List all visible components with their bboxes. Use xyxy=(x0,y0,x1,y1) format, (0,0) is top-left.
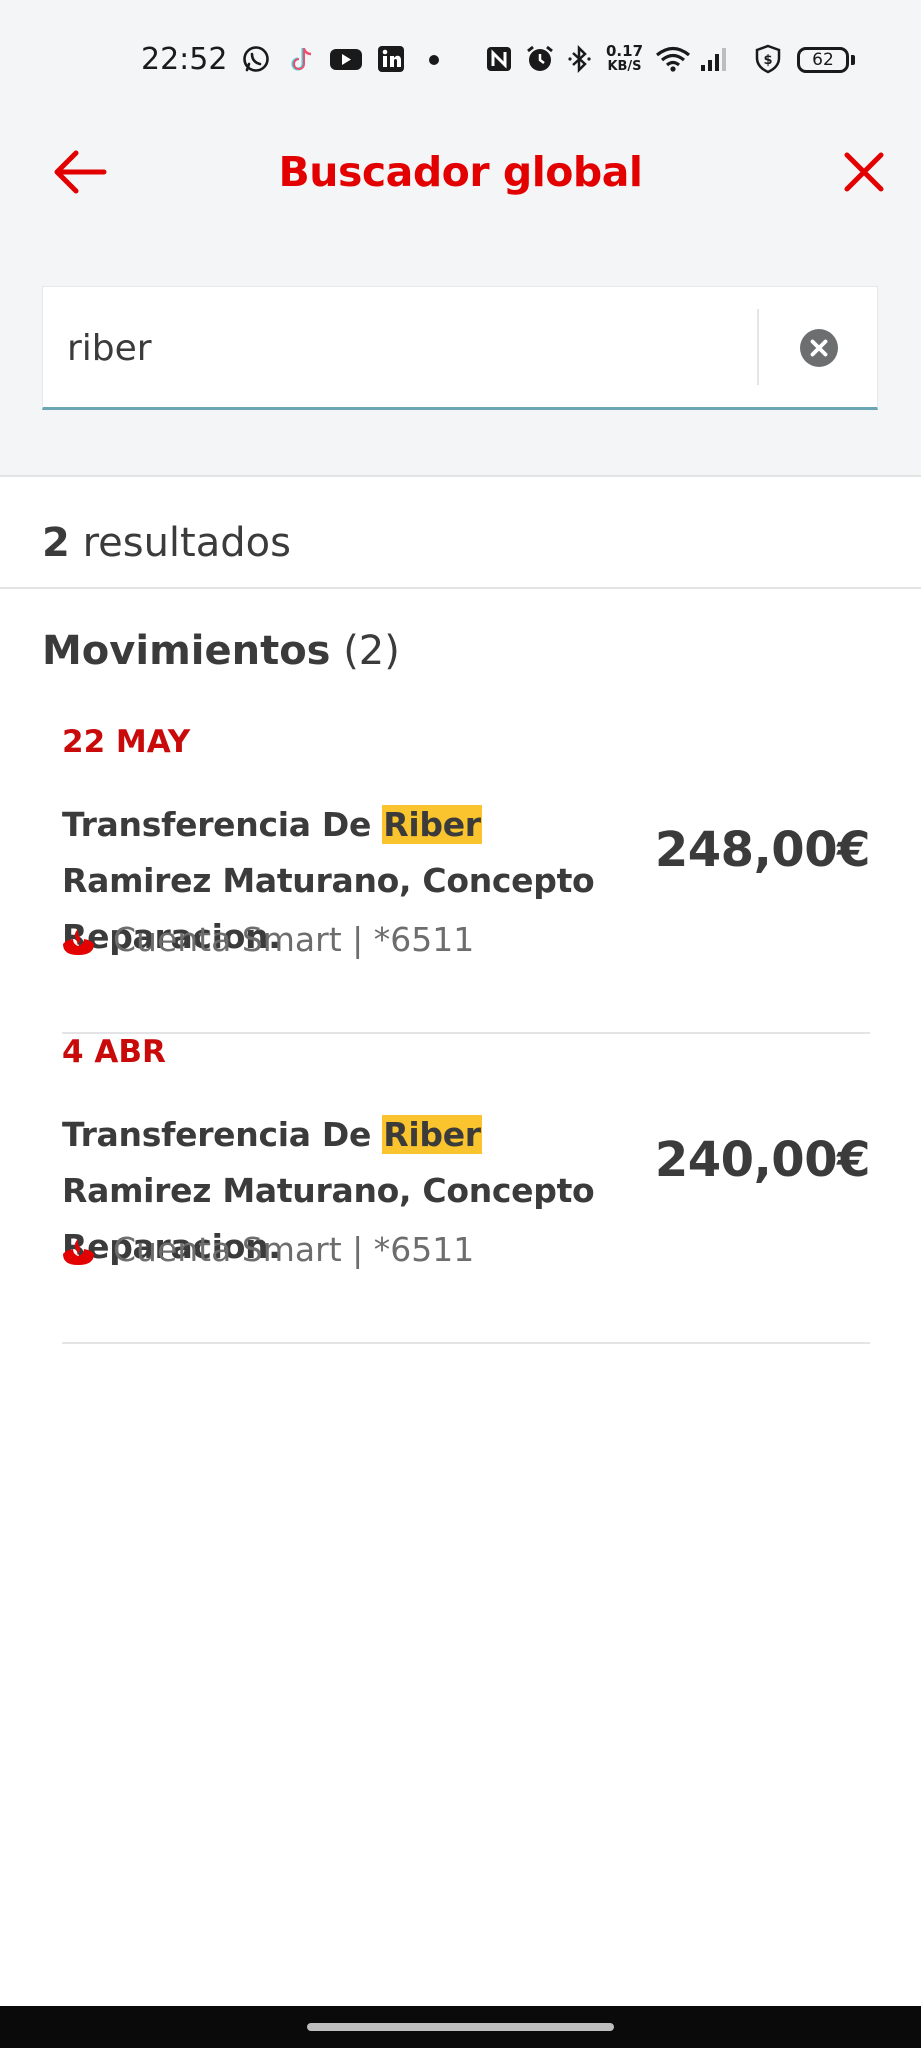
status-time: 22:52 xyxy=(141,42,228,77)
network-speed: 0.17 KB/S xyxy=(606,42,644,75)
network-speed-unit: KB/S xyxy=(607,59,642,74)
clear-circle-icon[interactable] xyxy=(800,329,838,367)
wifi-icon xyxy=(655,46,691,72)
movement-amount: 240,00€ xyxy=(654,1132,871,1188)
vpn-shield-icon: $ xyxy=(755,44,781,74)
signal-icon xyxy=(701,48,726,71)
battery-level: 62 xyxy=(812,50,834,70)
section-title: Movimientos (2) xyxy=(42,628,400,674)
notification-dot-icon xyxy=(429,55,439,65)
close-icon[interactable] xyxy=(842,150,886,194)
linkedin-icon xyxy=(378,46,404,72)
movement-account: Cuenta Smart | *6511 xyxy=(113,920,475,959)
results-count-label: resultados xyxy=(82,520,291,566)
network-speed-value: 0.17 xyxy=(606,42,644,60)
movement-date: 22 MAY xyxy=(62,724,191,760)
page-title: Buscador global xyxy=(278,148,643,196)
alarm-icon xyxy=(527,45,553,71)
search-box xyxy=(42,286,878,410)
section-title-count: (2) xyxy=(343,628,400,674)
whatsapp-icon xyxy=(243,46,269,72)
search-input[interactable] xyxy=(67,315,767,381)
battery-icon: 62 xyxy=(797,47,849,73)
search-highlight: Riber xyxy=(382,1115,482,1154)
santander-logo-icon xyxy=(63,929,94,955)
system-nav-bar xyxy=(0,2006,921,2048)
search-divider xyxy=(757,309,759,385)
youtube-icon xyxy=(330,49,362,70)
movement-amount: 248,00€ xyxy=(654,822,871,878)
movement-item[interactable]: 4 ABR Transferencia De Riber Ramirez Mat… xyxy=(62,1034,871,1344)
tiktok-icon xyxy=(291,48,312,71)
section-title-name: Movimientos xyxy=(42,628,331,674)
svg-text:$: $ xyxy=(763,53,772,68)
movement-item[interactable]: 22 MAY Transferencia De Riber Ramirez Ma… xyxy=(62,724,871,1034)
divider xyxy=(0,587,921,589)
bluetooth-icon xyxy=(568,44,591,74)
movement-account: Cuenta Smart | *6511 xyxy=(113,1230,475,1269)
movement-desc-before: Transferencia De xyxy=(62,1115,383,1154)
movement-date: 4 ABR xyxy=(62,1034,166,1070)
search-highlight: Riber xyxy=(382,805,482,844)
home-gesture-handle[interactable] xyxy=(307,2023,614,2031)
results-count: 2 resultados xyxy=(42,520,291,566)
results-count-number: 2 xyxy=(42,520,70,566)
movement-desc-before: Transferencia De xyxy=(62,805,383,844)
battery-tip xyxy=(851,55,855,65)
nfc-icon xyxy=(487,47,511,71)
santander-logo-icon xyxy=(63,1239,94,1265)
status-bar: 22:52 0.17 KB/S $ 62 xyxy=(0,0,921,122)
